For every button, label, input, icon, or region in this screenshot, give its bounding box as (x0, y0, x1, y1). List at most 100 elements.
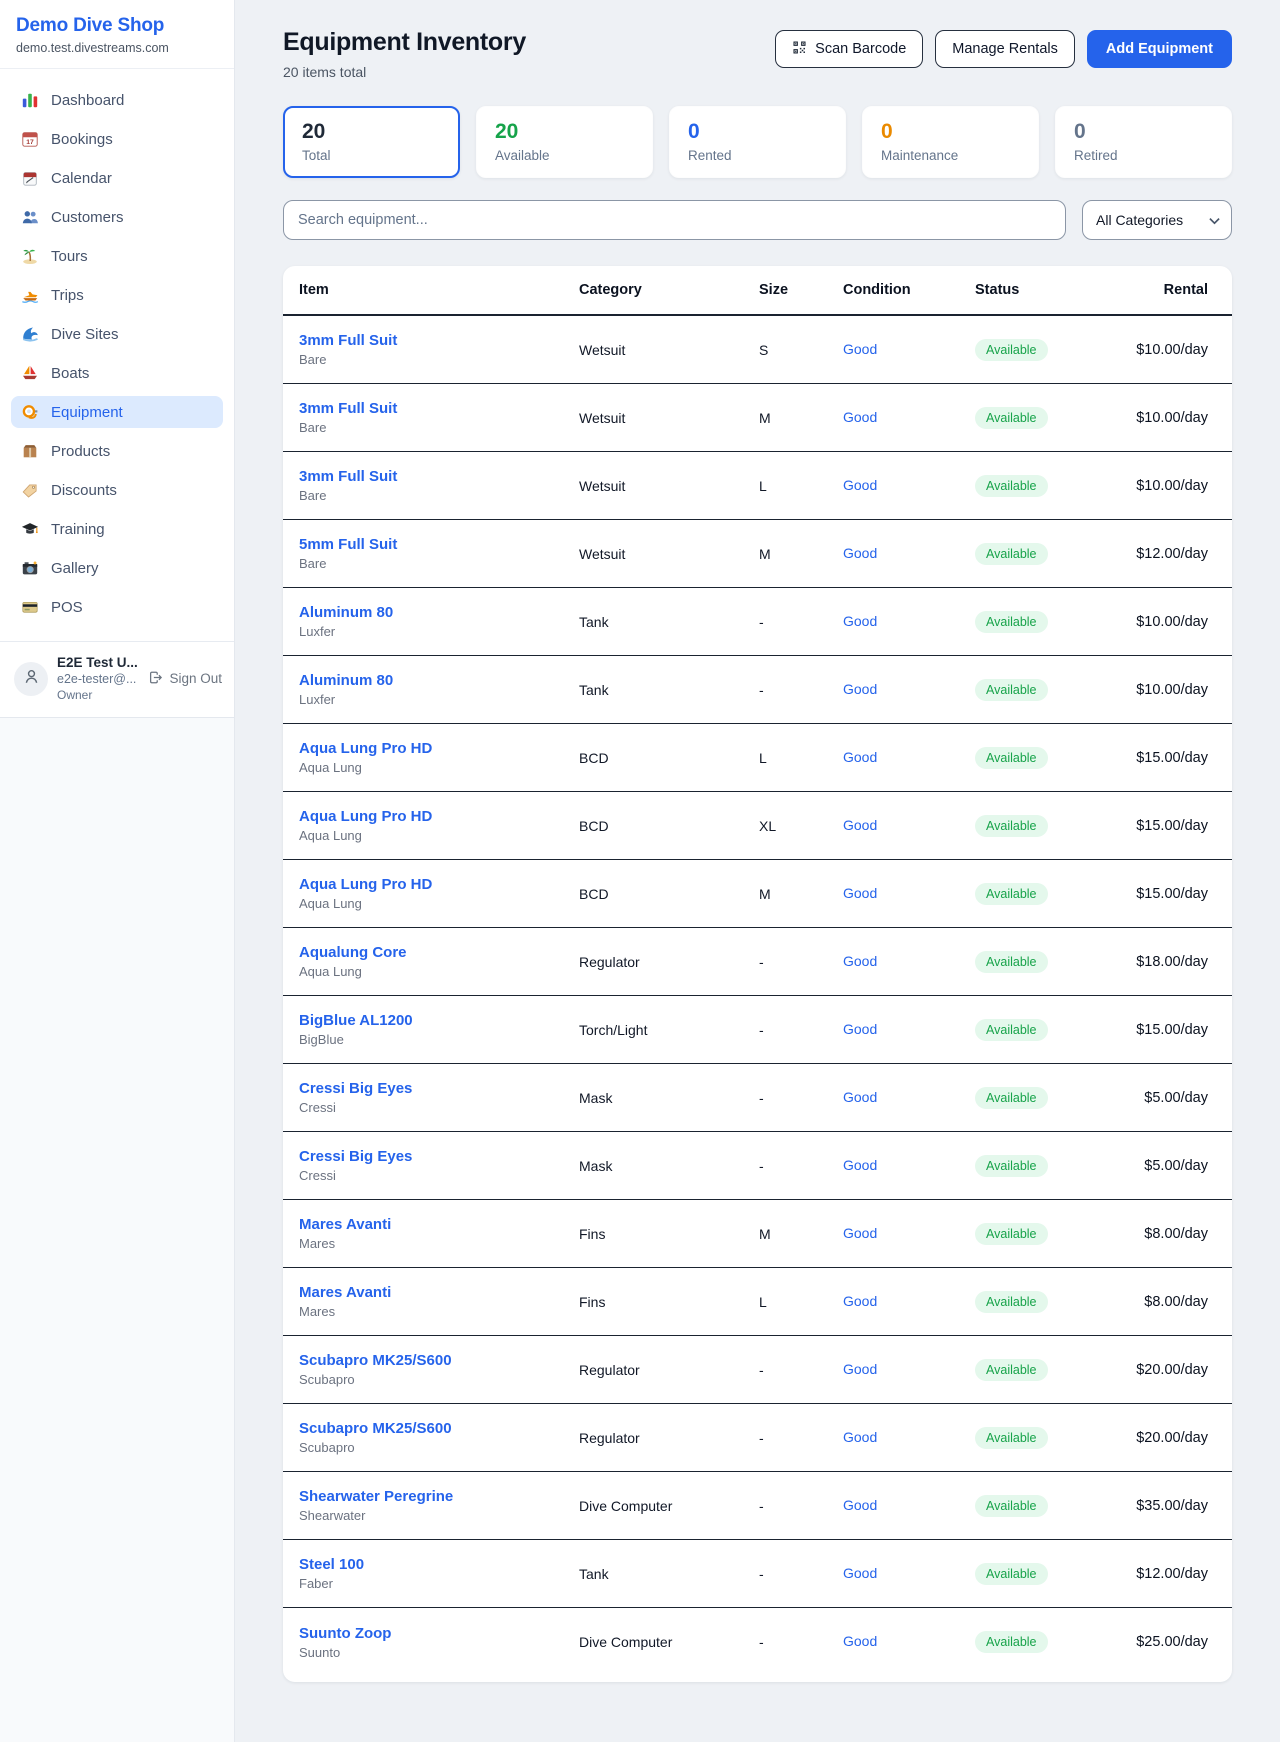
manage-rentals-button[interactable]: Manage Rentals (935, 30, 1075, 68)
item-size: M (759, 1226, 843, 1242)
condition-link[interactable]: Good (843, 1225, 877, 1241)
item-name-link[interactable]: Cressi Big Eyes (299, 1148, 579, 1165)
condition-link[interactable]: Good (843, 817, 877, 833)
item-name-link[interactable]: 3mm Full Suit (299, 332, 579, 349)
condition-link[interactable]: Good (843, 477, 877, 493)
user-name: E2E Test U... (57, 655, 138, 670)
item-name-link[interactable]: Scubapro MK25/S600 (299, 1420, 579, 1437)
brand-name[interactable]: Demo Dive Shop (16, 15, 218, 37)
condition-link[interactable]: Good (843, 1089, 877, 1105)
condition-link[interactable]: Good (843, 1429, 877, 1445)
item-category: Wetsuit (579, 342, 759, 358)
condition-link[interactable]: Good (843, 749, 877, 765)
user-meta: E2E Test U... e2e-tester@... Owner (57, 655, 138, 702)
table-row: Shearwater Peregrine Shearwater Dive Com… (283, 1472, 1232, 1540)
item-name-link[interactable]: Shearwater Peregrine (299, 1488, 579, 1505)
search-input[interactable] (283, 200, 1066, 240)
condition-link[interactable]: Good (843, 341, 877, 357)
sidebar-item-pos[interactable]: POS (11, 591, 223, 623)
condition-link[interactable]: Good (843, 681, 877, 697)
item-brand: Mares (299, 1236, 579, 1251)
item-name-link[interactable]: Cressi Big Eyes (299, 1080, 579, 1097)
products-icon (21, 442, 39, 460)
scan-barcode-button[interactable]: Scan Barcode (775, 30, 923, 68)
condition-link[interactable]: Good (843, 1361, 877, 1377)
sidebar-item-trips[interactable]: Trips (11, 279, 223, 311)
item-category: Dive Computer (579, 1498, 759, 1514)
item-rental-rate: $12.00/day (1115, 546, 1208, 562)
condition-link[interactable]: Good (843, 1021, 877, 1037)
add-equipment-button[interactable]: Add Equipment (1087, 30, 1232, 68)
condition-link[interactable]: Good (843, 1157, 877, 1173)
condition-link[interactable]: Good (843, 545, 877, 561)
condition-link[interactable]: Good (843, 1633, 877, 1649)
item-category: Regulator (579, 1430, 759, 1446)
item-category: Torch/Light (579, 1022, 759, 1038)
item-name-link[interactable]: Suunto Zoop (299, 1625, 579, 1642)
stat-card-total[interactable]: 20 Total (283, 106, 460, 178)
stat-card-available[interactable]: 20 Available (476, 106, 653, 178)
sidebar-item-dashboard[interactable]: Dashboard (11, 84, 223, 116)
sidebar-item-calendar[interactable]: Calendar (11, 162, 223, 194)
stat-card-retired[interactable]: 0 Retired (1055, 106, 1232, 178)
item-name-link[interactable]: Mares Avanti (299, 1216, 579, 1233)
sidebar-item-boats[interactable]: Boats (11, 357, 223, 389)
sidebar-item-dive-sites[interactable]: Dive Sites (11, 318, 223, 350)
sidebar-item-products[interactable]: Products (11, 435, 223, 467)
item-name-link[interactable]: 3mm Full Suit (299, 468, 579, 485)
item-category: Dive Computer (579, 1634, 759, 1650)
sidebar-item-label: Dive Sites (51, 326, 119, 343)
brand-domain: demo.test.divestreams.com (16, 41, 218, 55)
condition-link[interactable]: Good (843, 953, 877, 969)
item-rental-rate: $18.00/day (1115, 954, 1208, 970)
condition-link[interactable]: Good (843, 409, 877, 425)
condition-link[interactable]: Good (843, 885, 877, 901)
item-name-link[interactable]: Steel 100 (299, 1556, 579, 1573)
item-name-link[interactable]: Aqualung Core (299, 944, 579, 961)
table-row: Aqua Lung Pro HD Aqua Lung BCD M Good Av… (283, 860, 1232, 928)
status-badge: Available (975, 1291, 1048, 1313)
item-size: L (759, 1294, 843, 1310)
condition-link[interactable]: Good (843, 1497, 877, 1513)
status-badge: Available (975, 339, 1048, 361)
item-size: L (759, 750, 843, 766)
sidebar-nav: Dashboard 17 Bookings Calendar Customers… (0, 69, 234, 633)
stat-card-rented[interactable]: 0 Rented (669, 106, 846, 178)
sidebar-item-gallery[interactable]: Gallery (11, 552, 223, 584)
item-name-link[interactable]: BigBlue AL1200 (299, 1012, 579, 1029)
item-size: S (759, 342, 843, 358)
sidebar-item-training[interactable]: Training (11, 513, 223, 545)
item-name-link[interactable]: Scubapro MK25/S600 (299, 1352, 579, 1369)
status-badge: Available (975, 1155, 1048, 1177)
user-section: E2E Test U... e2e-tester@... Owner Sign … (0, 641, 234, 717)
condition-link[interactable]: Good (843, 1293, 877, 1309)
items-total-count: 20 items total (283, 64, 526, 80)
item-brand: Scubapro (299, 1440, 579, 1455)
item-category: Fins (579, 1294, 759, 1310)
item-name-link[interactable]: 5mm Full Suit (299, 536, 579, 553)
sidebar-item-equipment[interactable]: Equipment (11, 396, 223, 428)
item-name-link[interactable]: Aluminum 80 (299, 604, 579, 621)
item-name-link[interactable]: Aluminum 80 (299, 672, 579, 689)
sidebar-item-bookings[interactable]: 17 Bookings (11, 123, 223, 155)
item-name-link[interactable]: 3mm Full Suit (299, 400, 579, 417)
sidebar-item-tours[interactable]: Tours (11, 240, 223, 272)
stat-card-maintenance[interactable]: 0 Maintenance (862, 106, 1039, 178)
stat-value: 20 (495, 120, 634, 144)
status-badge: Available (975, 1495, 1048, 1517)
item-name-link[interactable]: Aqua Lung Pro HD (299, 740, 579, 757)
category-select[interactable]: All Categories (1082, 200, 1232, 240)
stat-label: Rented (688, 148, 827, 163)
sign-out-button[interactable]: Sign Out (148, 670, 222, 688)
condition-link[interactable]: Good (843, 613, 877, 629)
item-name-link[interactable]: Aqua Lung Pro HD (299, 876, 579, 893)
status-badge: Available (975, 679, 1048, 701)
trips-icon (21, 286, 39, 304)
item-brand: Luxfer (299, 692, 579, 707)
item-name-link[interactable]: Aqua Lung Pro HD (299, 808, 579, 825)
item-name-link[interactable]: Mares Avanti (299, 1284, 579, 1301)
sidebar-item-customers[interactable]: Customers (11, 201, 223, 233)
sidebar-item-discounts[interactable]: Discounts (11, 474, 223, 506)
condition-link[interactable]: Good (843, 1565, 877, 1581)
item-size: - (759, 682, 843, 698)
